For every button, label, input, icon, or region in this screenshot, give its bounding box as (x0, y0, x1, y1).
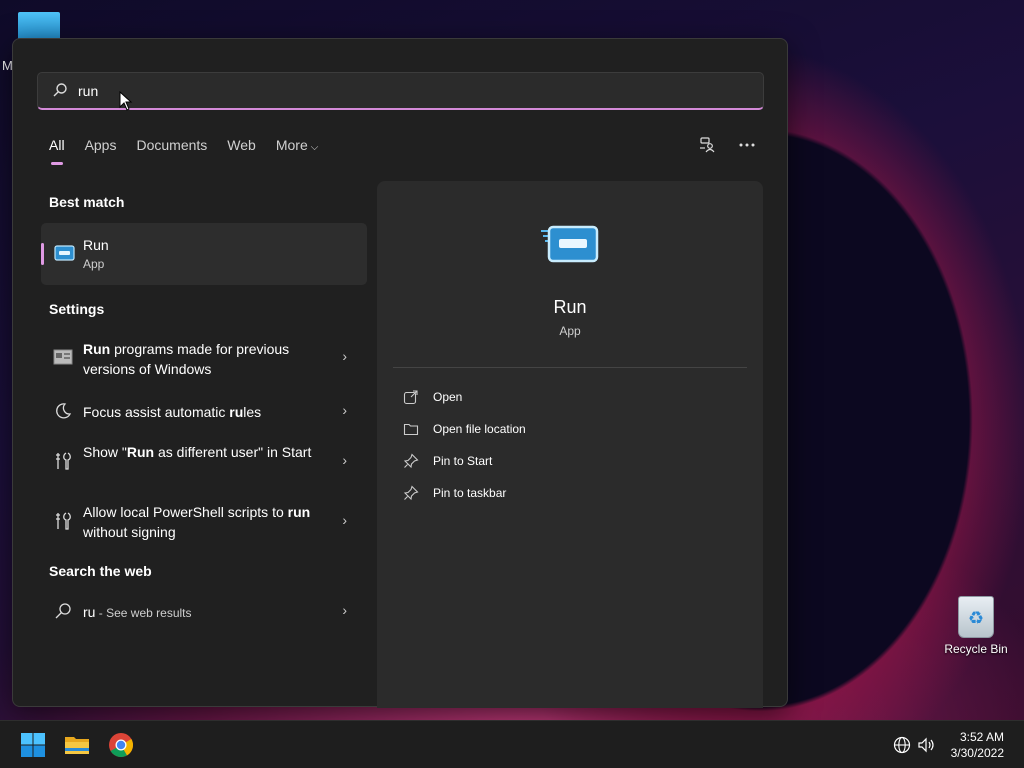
open-action[interactable]: Open (403, 385, 462, 409)
settings-item-text: without signing (83, 524, 176, 540)
settings-item-match: Run (126, 444, 155, 460)
detail-pane: Run App Open Open file location Pin to S… (377, 181, 763, 708)
best-match-subtitle: App (83, 257, 105, 271)
web-results-label: - See web results (95, 606, 192, 620)
settings-item-text: as different user" in Start (154, 444, 312, 460)
compat-icon (53, 349, 73, 365)
run-app-large-icon (541, 225, 599, 263)
network-globe-icon[interactable] (892, 735, 912, 755)
tab-apps[interactable]: Apps (85, 137, 117, 153)
more-options-icon[interactable] (737, 135, 757, 155)
clock-time: 3:52 AM (959, 730, 1004, 744)
pin-to-taskbar-label: Pin to taskbar (433, 486, 507, 500)
search-icon (55, 603, 71, 619)
best-match-item[interactable]: Run App (41, 223, 367, 285)
settings-item[interactable]: Run programs made for previous versions … (41, 335, 367, 381)
settings-item[interactable]: Allow local PowerShell scripts to run wi… (41, 499, 367, 545)
detail-title: Run (553, 297, 587, 317)
settings-item-text: Allow local PowerShell scripts to (83, 504, 288, 520)
taskbar: 3:52 AM 3/30/2022 (0, 720, 1024, 768)
filter-tabs: All Apps Documents Web More ⌵ (49, 137, 338, 165)
folder-icon (403, 423, 419, 436)
chrome-icon[interactable] (107, 731, 135, 759)
chevron-right-icon: › (342, 348, 347, 364)
search-input[interactable] (78, 79, 718, 103)
chevron-right-icon: › (342, 452, 347, 468)
mouse-cursor-icon (119, 91, 133, 111)
open-file-location-label: Open file location (433, 422, 526, 436)
chevron-right-icon: › (342, 512, 347, 528)
tools-icon (56, 512, 71, 530)
tab-web[interactable]: Web (227, 137, 256, 153)
settings-heading: Settings (49, 301, 105, 317)
open-file-location-action[interactable]: Open file location (403, 417, 526, 441)
tab-more-label: More (275, 137, 308, 153)
system-clock[interactable]: 3:52 AM 3/30/2022 (951, 729, 1004, 761)
open-label: Open (433, 390, 463, 404)
tab-documents[interactable]: Documents (136, 137, 207, 153)
file-explorer-icon[interactable] (63, 731, 91, 759)
recycle-bin-icon: ♻ (958, 596, 994, 638)
pin-icon (403, 485, 419, 501)
recycle-bin-label: Recycle Bin (944, 642, 1008, 656)
windows-start-icon[interactable] (19, 731, 47, 759)
settings-item-text: programs made for previous versions of W… (83, 341, 290, 377)
best-match-title: Run (83, 237, 109, 253)
tab-more[interactable]: More ⌵ (276, 137, 319, 153)
settings-item-text: Show " (83, 444, 127, 460)
account-switch-icon[interactable] (697, 135, 717, 155)
chevron-right-icon: › (342, 602, 347, 618)
settings-item-match: ru (229, 404, 244, 420)
open-icon (403, 390, 418, 405)
pin-to-start-action[interactable]: Pin to Start (403, 449, 492, 473)
settings-item-match: Run (83, 341, 111, 357)
settings-item-match: run (287, 504, 311, 520)
settings-item-text: Focus assist automatic (83, 404, 230, 420)
settings-item-text: les (243, 404, 262, 420)
moon-icon (56, 403, 72, 419)
settings-item[interactable]: Focus assist automatic rules › (41, 389, 367, 435)
volume-icon[interactable] (916, 735, 936, 755)
pin-icon (403, 453, 419, 469)
pin-to-start-label: Pin to Start (433, 454, 493, 468)
chevron-right-icon: › (342, 402, 347, 418)
pin-to-taskbar-action[interactable]: Pin to taskbar (403, 481, 506, 505)
tools-icon (56, 452, 71, 470)
best-match-heading: Best match (49, 194, 125, 210)
web-query: ru (83, 604, 96, 620)
run-app-icon (54, 245, 75, 261)
settings-item[interactable]: Show "Run as different user" in Start › (41, 439, 367, 485)
chevron-down-icon: ⌵ (310, 142, 319, 153)
detail-subtitle: App (559, 324, 581, 338)
search-box[interactable] (37, 72, 764, 110)
clock-date: 3/30/2022 (950, 746, 1004, 760)
divider (393, 367, 747, 368)
web-result-item[interactable]: ru - See web results › (41, 589, 367, 635)
search-web-heading: Search the web (49, 563, 152, 579)
search-icon (53, 83, 67, 97)
search-panel: All Apps Documents Web More⌵ Best match (12, 38, 788, 708)
tab-all[interactable]: All (49, 137, 65, 165)
recycle-bin[interactable]: ♻ Recycle Bin (944, 596, 1008, 656)
